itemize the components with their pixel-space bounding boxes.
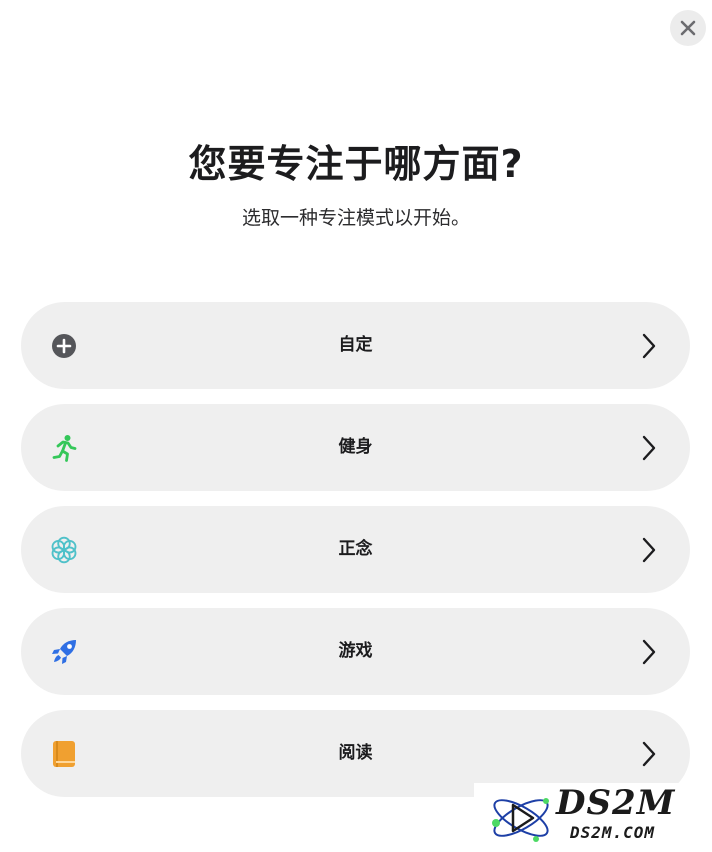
focus-option-mindfulness[interactable]: 正念: [21, 506, 690, 593]
focus-option-label: 自定: [338, 335, 373, 355]
chevron-right-icon: [642, 537, 656, 563]
focus-option-gaming[interactable]: 游戏: [21, 608, 690, 695]
page-subtitle: 选取一种专注模式以开始。: [241, 207, 470, 229]
watermark-logo-text: DS2M: [556, 783, 676, 823]
focus-option-fitness[interactable]: 健身: [21, 404, 690, 491]
focus-option-label: 游戏: [338, 641, 373, 661]
close-button[interactable]: [670, 10, 706, 46]
chevron-right-icon: [642, 333, 656, 359]
chevron-right-icon: [642, 741, 656, 767]
page-title: 您要专注于哪方面?: [188, 142, 524, 186]
atom-logo-icon: [492, 798, 549, 842]
focus-option-label: 正念: [338, 539, 373, 559]
watermark-site-text: DS2M.COM: [570, 823, 656, 842]
chevron-right-icon: [642, 435, 656, 461]
chevron-right-icon: [642, 639, 656, 665]
focus-option-custom[interactable]: 自定: [21, 302, 690, 389]
focus-mode-list: 自定 健身 正念 游戏 阅读: [21, 302, 690, 812]
focus-option-label: 健身: [338, 437, 373, 457]
xmark-icon: [680, 20, 696, 36]
watermark: DS2M DS2M.COM: [474, 783, 712, 852]
